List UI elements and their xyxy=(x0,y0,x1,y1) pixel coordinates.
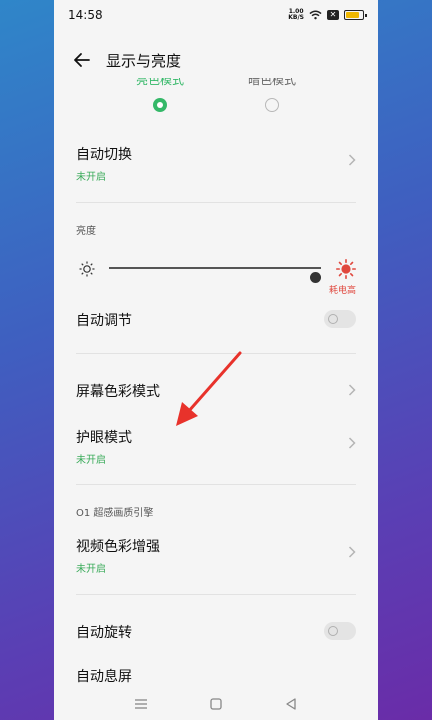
eye-care-mode-title: 护眼模式 xyxy=(76,430,132,446)
battery-level xyxy=(346,12,360,18)
dark-mode-label: 暗色模式 xyxy=(247,78,296,87)
eye-care-mode-status: 未开启 xyxy=(76,455,106,466)
auto-sleep-row[interactable]: 自动息屏 xyxy=(76,666,356,686)
phone-screen: 14:58 1.00 KB/S ✕ 显示与亮度 亮色模式 暗色模式 自动切换 未… xyxy=(54,0,378,720)
auto-adjust-title: 自动调节 xyxy=(76,313,132,329)
picture-engine-section-label: O1 超感画质引擎 xyxy=(76,508,154,519)
auto-switch-row[interactable]: 自动切换 未开启 xyxy=(76,144,356,183)
menu-icon[interactable] xyxy=(134,697,148,711)
auto-adjust-toggle[interactable] xyxy=(324,310,356,328)
video-color-enhance-status: 未开启 xyxy=(76,564,106,575)
chevron-right-icon xyxy=(348,546,356,558)
chevron-right-icon xyxy=(348,437,356,449)
auto-switch-status: 未开启 xyxy=(76,172,106,183)
sim-off-icon: ✕ xyxy=(327,10,339,20)
auto-adjust-row[interactable]: 自动调节 xyxy=(76,310,356,330)
eye-care-mode-row[interactable]: 护眼模式 未开启 xyxy=(76,427,356,466)
auto-rotate-row[interactable]: 自动旋转 xyxy=(76,622,356,642)
home-icon[interactable] xyxy=(209,697,223,711)
chevron-right-icon xyxy=(348,384,356,396)
divider xyxy=(76,353,356,354)
screen-color-mode-title: 屏幕色彩模式 xyxy=(76,384,160,400)
status-bar: 14:58 1.00 KB/S ✕ xyxy=(54,0,378,30)
brightness-low-icon xyxy=(79,261,95,277)
back-arrow-icon[interactable] xyxy=(72,50,92,70)
page-title: 显示与亮度 xyxy=(106,51,182,70)
wifi-icon xyxy=(309,10,322,20)
brightness-section-label: 亮度 xyxy=(76,226,96,237)
auto-sleep-title: 自动息屏 xyxy=(76,669,132,685)
divider xyxy=(76,594,356,595)
battery-icon xyxy=(344,10,367,20)
status-icons: 1.00 KB/S ✕ xyxy=(288,8,367,21)
page-header: 显示与亮度 xyxy=(54,40,378,80)
video-color-enhance-title: 视频色彩增强 xyxy=(76,539,160,555)
auto-rotate-title: 自动旋转 xyxy=(76,625,132,641)
light-mode-radio[interactable] xyxy=(153,98,167,112)
light-mode-option[interactable]: 亮色模式 xyxy=(120,78,200,112)
theme-mode-selector: 亮色模式 暗色模式 xyxy=(54,78,378,118)
back-triangle-icon[interactable] xyxy=(284,697,298,711)
dark-mode-option[interactable]: 暗色模式 xyxy=(232,78,312,112)
brightness-thumb[interactable] xyxy=(309,272,321,283)
auto-rotate-toggle[interactable] xyxy=(324,622,356,640)
light-mode-label: 亮色模式 xyxy=(135,78,184,87)
clock: 14:58 xyxy=(68,8,103,22)
network-speed: 1.00 KB/S xyxy=(288,8,304,21)
auto-switch-title: 自动切换 xyxy=(76,147,132,163)
screen-color-mode-row[interactable]: 屏幕色彩模式 xyxy=(76,381,356,401)
divider xyxy=(76,484,356,485)
video-color-enhance-row[interactable]: 视频色彩增强 未开启 xyxy=(76,536,356,575)
navigation-bar xyxy=(54,688,378,720)
chevron-right-icon xyxy=(348,154,356,166)
brightness-high-icon xyxy=(336,259,356,279)
brightness-slider[interactable] xyxy=(76,258,356,283)
divider xyxy=(76,202,356,203)
dark-mode-radio[interactable] xyxy=(265,98,279,112)
power-consumption-note: 耗电高 xyxy=(328,286,356,296)
brightness-track[interactable] xyxy=(109,267,321,283)
